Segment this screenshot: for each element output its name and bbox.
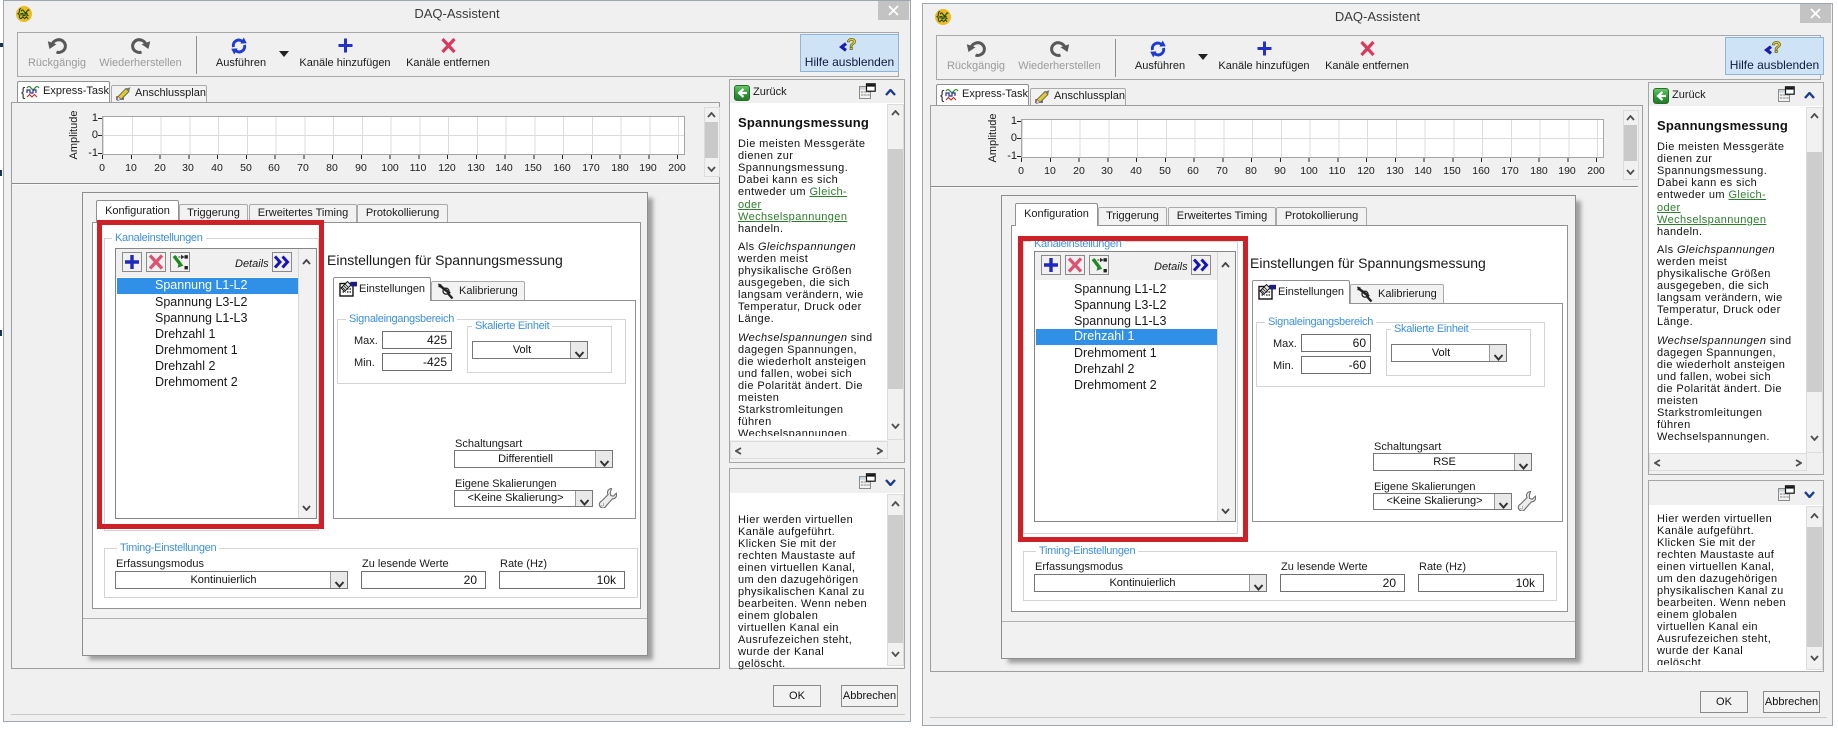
svg-text:?: ? [1772,40,1782,57]
svg-text:{: { [21,85,26,100]
svg-text:?: ? [847,37,857,54]
svg-text:{: { [940,88,945,103]
